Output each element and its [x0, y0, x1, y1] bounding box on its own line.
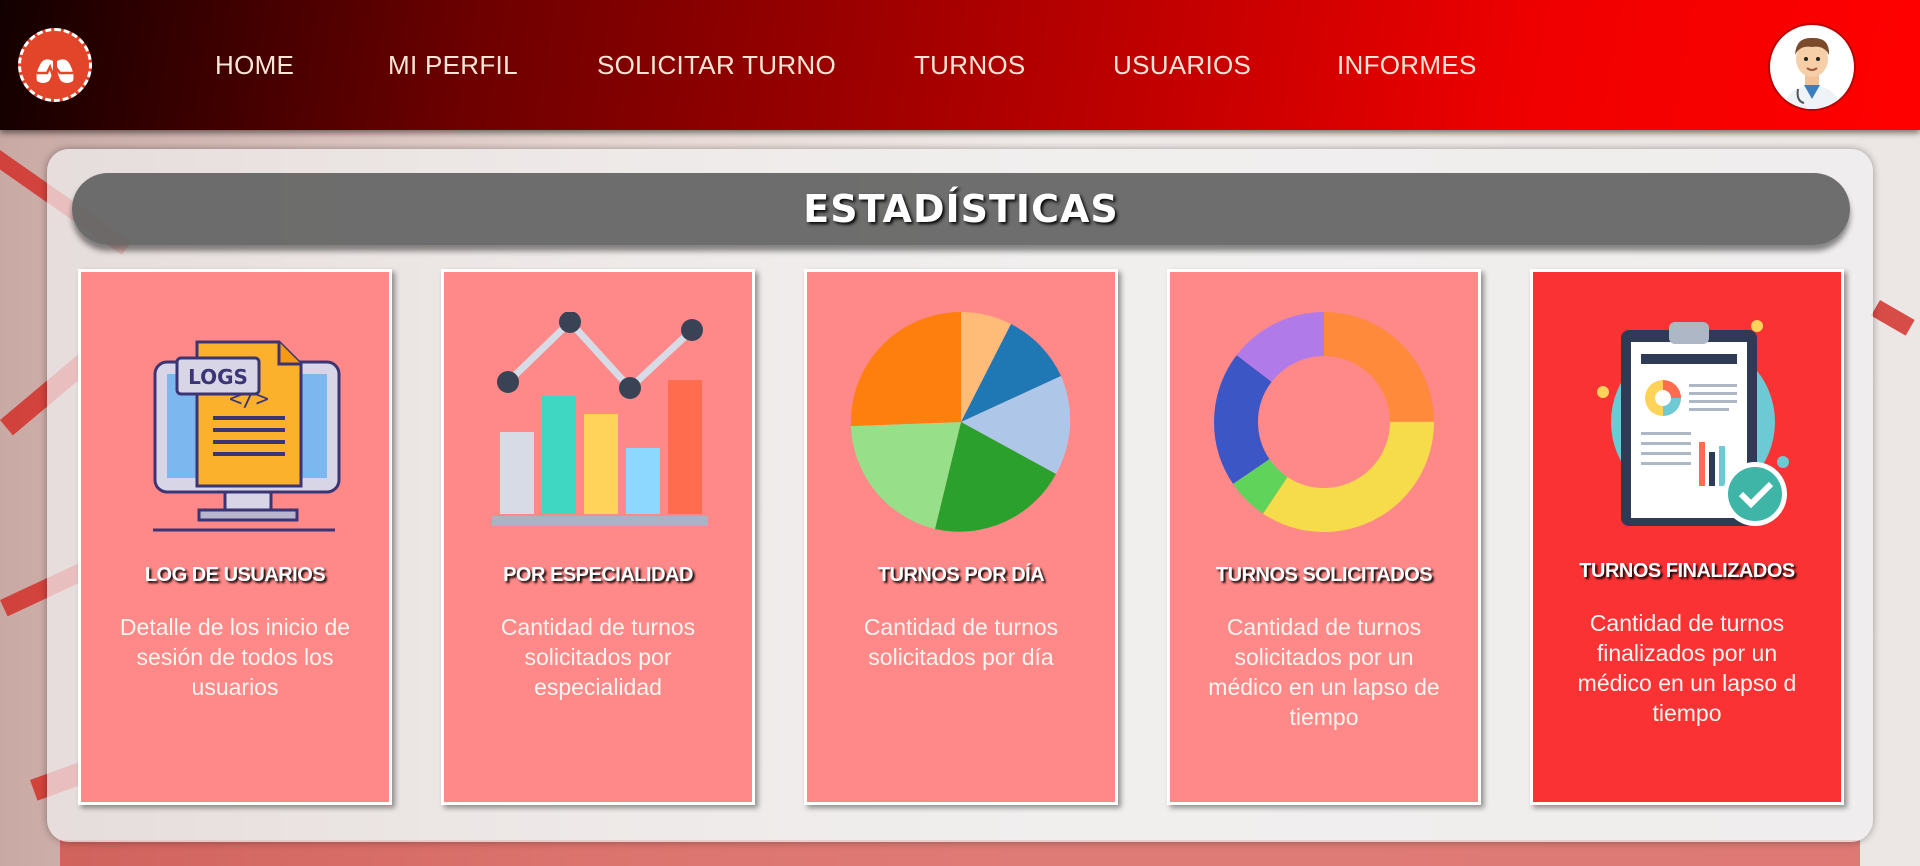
card-description: Cantidad de turnos solicitados por espec… [500, 614, 696, 700]
pie-chart-icon [807, 312, 1115, 532]
nav-solicitar-turno[interactable]: SOLICITAR TURNO [597, 50, 836, 81]
card-turnos-solicitados[interactable]: TURNOS SOLICITADOS Cantidad de turnos so… [1167, 269, 1481, 805]
clipboard-report-icon [1533, 312, 1841, 532]
nav-home[interactable]: HOME [215, 50, 294, 81]
page-title: ESTADÍSTICAS [803, 187, 1119, 231]
card-description: Cantidad de turnos solicitados por un mé… [1208, 614, 1440, 730]
lungs-heartbeat-icon[interactable] [18, 28, 92, 102]
logs-monitor-icon: </> LOGS [81, 312, 389, 532]
page-title-bar: ESTADÍSTICAS [72, 173, 1850, 245]
nav-usuarios[interactable]: USUARIOS [1113, 50, 1251, 81]
card-title: TURNOS POR DÍA [877, 564, 1045, 586]
bar-line-chart-icon [444, 312, 752, 532]
top-navbar: HOME MI PERFIL SOLICITAR TURNO TURNOS US… [0, 0, 1920, 130]
card-description: Cantidad de turnos finalizados por un mé… [1577, 610, 1797, 726]
nav-mi-perfil[interactable]: MI PERFIL [388, 50, 518, 81]
donut-chart-icon [1170, 312, 1478, 532]
card-por-especialidad[interactable]: POR ESPECIALIDAD Cantidad de turnos soli… [441, 269, 755, 805]
card-log-de-usuarios[interactable]: </> LOGS LOG DE USUARIOS Detalle de los … [78, 269, 392, 805]
nav-turnos[interactable]: TURNOS [914, 50, 1026, 81]
card-description: Detalle de los inicio de sesión de todos… [119, 614, 351, 700]
card-title: POR ESPECIALIDAD [503, 564, 693, 586]
doctor-avatar-icon[interactable] [1770, 25, 1854, 109]
card-turnos-finalizados[interactable]: TURNOS FINALIZADOS Cantidad de turnos fi… [1530, 269, 1844, 805]
card-title: TURNOS SOLICITADOS [1215, 564, 1433, 586]
card-title: LOG DE USUARIOS [144, 564, 326, 586]
nav-informes[interactable]: INFORMES [1337, 50, 1477, 81]
svg-text:LOGS: LOGS [188, 365, 248, 389]
card-title: TURNOS FINALIZADOS [1579, 560, 1795, 582]
card-description: Cantidad de turnos solicitados por día [863, 614, 1059, 670]
card-turnos-por-dia[interactable]: TURNOS POR DÍA Cantidad de turnos solici… [804, 269, 1118, 805]
